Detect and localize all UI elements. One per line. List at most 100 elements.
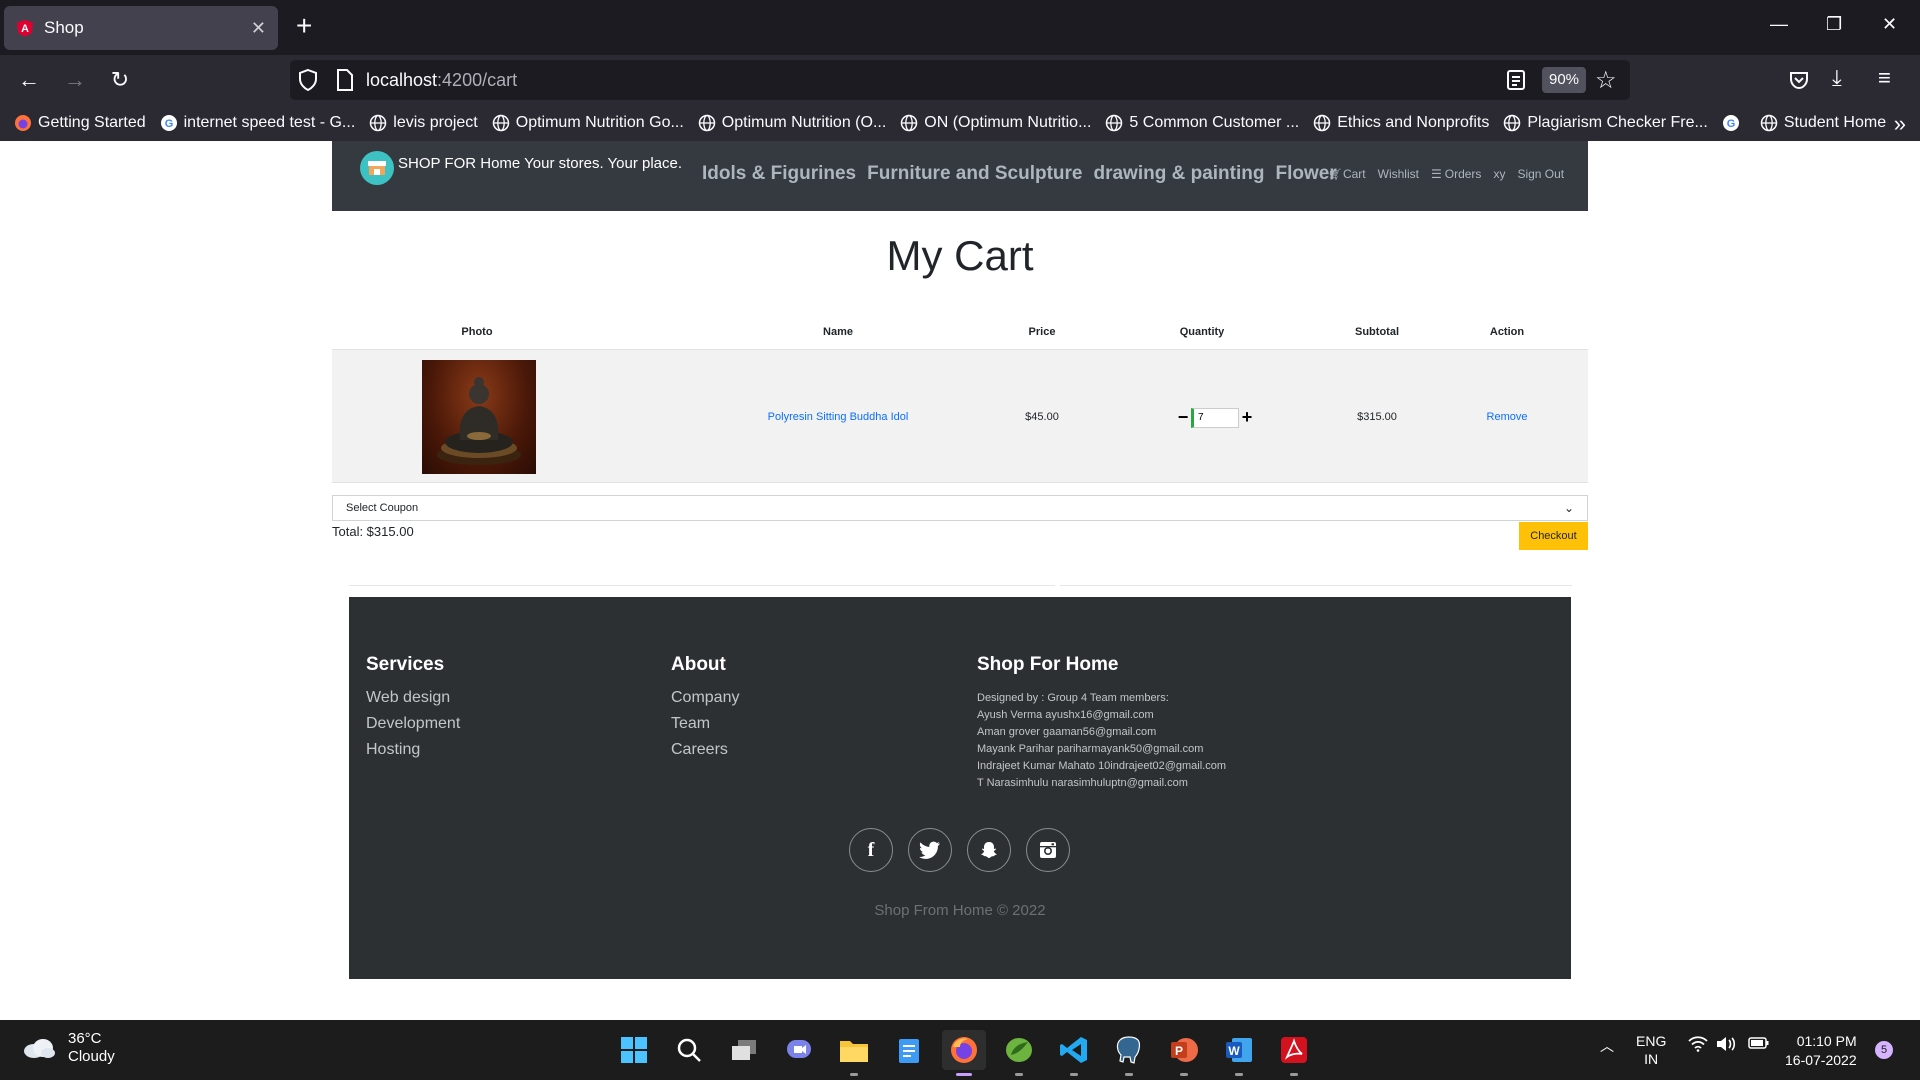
list-icon: ☰ bbox=[1430, 167, 1442, 181]
spring-tool-icon[interactable] bbox=[997, 1030, 1041, 1076]
search-icon[interactable] bbox=[667, 1030, 711, 1070]
nav-signout-link[interactable]: Sign Out bbox=[1517, 167, 1564, 181]
column-header-quantity: Quantity bbox=[1179, 326, 1225, 338]
url-text[interactable]: localhost:4200/cart bbox=[366, 70, 517, 91]
checkout-button[interactable]: Checkout bbox=[1519, 522, 1588, 550]
bookmark-item[interactable]: Plagiarism Checker Fre... bbox=[1503, 114, 1708, 132]
url-host: localhost bbox=[366, 70, 438, 90]
task-view-icon[interactable] bbox=[722, 1030, 766, 1070]
bookmark-item[interactable]: Getting Started bbox=[14, 114, 146, 132]
product-name-link[interactable]: Polyresin Sitting Buddha Idol bbox=[712, 411, 964, 423]
forward-icon[interactable]: → bbox=[60, 65, 90, 95]
battery-icon[interactable] bbox=[1748, 1036, 1770, 1053]
bookmark-item[interactable]: levis project bbox=[369, 114, 478, 132]
app-indicator bbox=[1015, 1073, 1023, 1076]
vscode-icon[interactable] bbox=[1052, 1030, 1096, 1076]
bookmark-item[interactable]: Ethics and Nonprofits bbox=[1313, 114, 1489, 132]
globe-icon bbox=[492, 114, 509, 132]
file-explorer-icon[interactable] bbox=[832, 1030, 876, 1076]
facebook-icon[interactable]: f bbox=[849, 828, 893, 872]
chevron-up-icon[interactable]: ︿ bbox=[1600, 1036, 1614, 1056]
notepad-icon[interactable] bbox=[887, 1030, 931, 1070]
new-tab-button[interactable]: + bbox=[296, 12, 312, 40]
word-icon[interactable]: W bbox=[1217, 1030, 1261, 1076]
footer-info-line: T Narasimhulu narasimhuluptn@gmail.com bbox=[977, 777, 1188, 789]
nav-category-furniture[interactable]: Furniture and Sculpture bbox=[867, 163, 1082, 185]
acrobat-icon[interactable] bbox=[1272, 1030, 1316, 1076]
url-bar[interactable]: localhost:4200/cart 90% ☆ bbox=[290, 60, 1630, 100]
column-header-action: Action bbox=[1489, 326, 1525, 338]
clock-time: 01:10 PM bbox=[1796, 1033, 1857, 1049]
postgres-icon[interactable] bbox=[1107, 1030, 1151, 1076]
bookmark-item[interactable]: G bbox=[1722, 114, 1746, 132]
nav-user-link[interactable]: xy bbox=[1493, 167, 1505, 181]
powerpoint-icon[interactable]: P bbox=[1162, 1030, 1206, 1076]
back-icon[interactable]: ← bbox=[14, 65, 44, 95]
nav-category-idols[interactable]: Idols & Figurines bbox=[702, 163, 856, 185]
coupon-select[interactable]: Select Coupon ⌄ bbox=[332, 495, 1588, 521]
footer-link-company[interactable]: Company bbox=[671, 685, 739, 711]
firefox-icon bbox=[15, 115, 31, 131]
browser-tab[interactable]: A Shop ✕ bbox=[4, 6, 278, 50]
svg-text:W: W bbox=[1228, 1044, 1240, 1058]
instagram-icon[interactable] bbox=[1026, 828, 1070, 872]
footer-link-team[interactable]: Team bbox=[671, 711, 739, 737]
remove-item-link[interactable]: Remove bbox=[1462, 411, 1552, 423]
footer-about-heading: About bbox=[671, 654, 726, 675]
table-row: Polyresin Sitting Buddha Idol $45.00 − +… bbox=[332, 350, 1588, 483]
menu-icon[interactable]: ≡ bbox=[1878, 65, 1891, 91]
bookmark-item[interactable]: 5 Common Customer ... bbox=[1105, 114, 1299, 132]
reload-icon[interactable]: ↻ bbox=[105, 65, 135, 95]
weather-widget[interactable]: 36°C Cloudy bbox=[22, 1030, 115, 1066]
minimize-icon[interactable]: — bbox=[1770, 14, 1788, 35]
brand[interactable]: SHOP FOR Home Your stores. Your place. bbox=[360, 151, 682, 185]
bookmarks-bar: Getting Started Ginternet speed test - G… bbox=[0, 105, 1920, 141]
language-indicator[interactable]: ENG IN bbox=[1636, 1032, 1666, 1068]
restore-icon[interactable]: ❐ bbox=[1826, 14, 1842, 35]
bookmark-item[interactable]: Student Home bbox=[1760, 114, 1886, 132]
bookmark-star-icon[interactable]: ☆ bbox=[1595, 66, 1617, 95]
firefox-icon[interactable] bbox=[942, 1030, 986, 1076]
bookmark-label: Student Home bbox=[1783, 114, 1887, 131]
footer-link-development[interactable]: Development bbox=[366, 711, 460, 737]
cart-table-header: Photo Name Price Quantity Subtotal Actio… bbox=[332, 318, 1588, 350]
pocket-icon[interactable] bbox=[1788, 69, 1810, 91]
start-icon[interactable] bbox=[612, 1030, 656, 1070]
increase-quantity-button[interactable]: + bbox=[1241, 407, 1253, 428]
wifi-icon[interactable] bbox=[1688, 1036, 1708, 1055]
bookmark-item[interactable]: Optimum Nutrition Go... bbox=[492, 114, 684, 132]
footer-link-hosting[interactable]: Hosting bbox=[366, 737, 460, 763]
nav-orders-link[interactable]: ☰ Orders bbox=[1431, 167, 1481, 181]
volume-icon[interactable] bbox=[1716, 1036, 1738, 1055]
download-icon[interactable]: ⤓ bbox=[1832, 65, 1842, 91]
page-info-icon[interactable] bbox=[336, 69, 354, 91]
bookmark-item[interactable]: Optimum Nutrition (O... bbox=[698, 114, 886, 132]
app-indicator bbox=[1290, 1073, 1298, 1076]
decrease-quantity-button[interactable]: − bbox=[1177, 407, 1189, 428]
tab-close-icon[interactable]: ✕ bbox=[251, 18, 266, 39]
notification-badge[interactable]: 5 bbox=[1875, 1041, 1893, 1059]
nav-cart-link[interactable]: 🛒︎ Cart bbox=[1328, 167, 1366, 181]
app-indicator bbox=[956, 1073, 972, 1076]
window-close-icon[interactable]: ✕ bbox=[1882, 14, 1897, 35]
bookmarks-overflow-icon[interactable]: » bbox=[1894, 111, 1906, 137]
bookmark-item[interactable]: Ginternet speed test - G... bbox=[160, 114, 355, 132]
quantity-input[interactable] bbox=[1191, 407, 1239, 428]
twitter-icon[interactable] bbox=[908, 828, 952, 872]
bookmark-label: levis project bbox=[393, 114, 478, 131]
footer-link-careers[interactable]: Careers bbox=[671, 737, 739, 763]
product-subtotal: $315.00 bbox=[1357, 411, 1397, 423]
bookmark-item[interactable]: ON (Optimum Nutritio... bbox=[900, 114, 1091, 132]
footer-link-web-design[interactable]: Web design bbox=[366, 685, 460, 711]
system-clock[interactable]: 01:10 PM 16-07-2022 bbox=[1785, 1032, 1857, 1070]
nav-wishlist-link[interactable]: Wishlist bbox=[1378, 167, 1419, 181]
nav-category-drawing[interactable]: drawing & painting bbox=[1093, 163, 1264, 185]
reader-view-icon[interactable] bbox=[1505, 69, 1527, 91]
tab-title: Shop bbox=[44, 18, 84, 37]
svg-text:G: G bbox=[164, 118, 173, 130]
shield-icon[interactable] bbox=[296, 68, 320, 92]
snapchat-icon[interactable] bbox=[967, 828, 1011, 872]
zoom-level-button[interactable]: 90% bbox=[1542, 67, 1586, 93]
bookmark-label: ON (Optimum Nutritio... bbox=[924, 114, 1092, 131]
chat-icon[interactable] bbox=[777, 1030, 821, 1070]
